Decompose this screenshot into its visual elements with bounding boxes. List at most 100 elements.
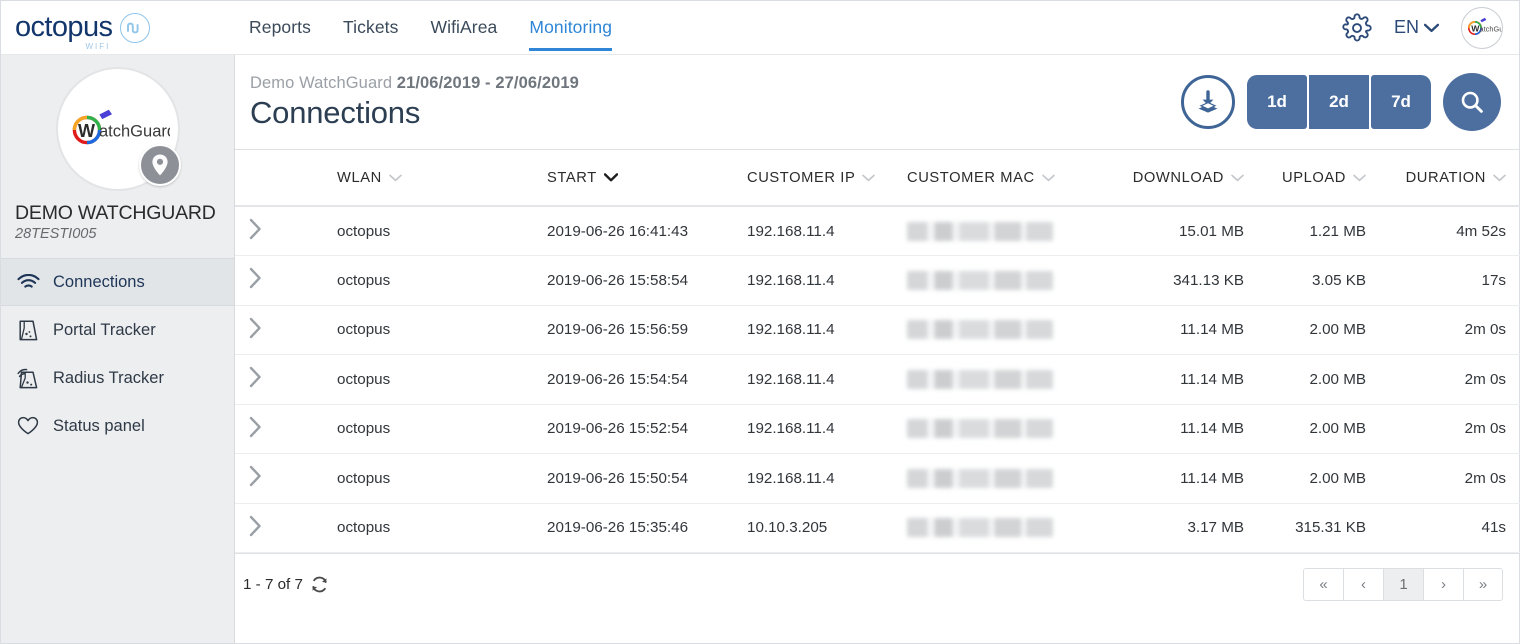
search-button[interactable] xyxy=(1443,73,1501,131)
cell-upload: 2.00 MB xyxy=(1258,454,1380,504)
masked-mac-address xyxy=(907,271,1053,290)
brand-logo[interactable]: octopus WIFI xyxy=(1,13,235,43)
cell-customer-ip: 192.168.11.4 xyxy=(733,206,893,256)
nav-item-tickets[interactable]: Tickets xyxy=(343,1,398,54)
cell-duration: 17s xyxy=(1380,256,1520,306)
sidebar: W atchGuard DEMO WATCHGUARD 28TESTI005 xyxy=(1,55,235,643)
chevron-down-icon xyxy=(389,174,402,182)
column-duration-label: DURATION xyxy=(1406,170,1486,186)
masked-mac-address xyxy=(907,222,1053,241)
page-title: Connections xyxy=(250,95,579,131)
table-row[interactable]: octopus2019-06-26 16:41:43192.168.11.415… xyxy=(235,206,1520,256)
language-selector[interactable]: EN xyxy=(1394,17,1439,38)
application-window: octopus WIFI Reports Tickets WifiArea Mo… xyxy=(0,0,1520,644)
cell-customer-mac xyxy=(893,305,1108,355)
table-header: WLAN START xyxy=(235,150,1520,206)
radius-tracker-icon xyxy=(15,367,41,390)
masked-mac-address xyxy=(907,469,1053,488)
avatar[interactable]: W atchGuard xyxy=(1461,7,1503,49)
cell-customer-mac xyxy=(893,454,1108,504)
column-customer-mac[interactable]: CUSTOMER MAC xyxy=(893,150,1108,206)
expand-row-button[interactable] xyxy=(235,256,323,306)
sidebar-item-label: Radius Tracker xyxy=(53,369,164,388)
range-7d-button[interactable]: 7d xyxy=(1371,75,1431,129)
column-customer-ip[interactable]: CUSTOMER IP xyxy=(733,150,893,206)
expand-row-button[interactable] xyxy=(235,355,323,405)
chevron-right-icon xyxy=(249,227,262,244)
pagination: «‹1›» xyxy=(1303,568,1503,601)
next-page-button[interactable]: › xyxy=(1423,568,1463,601)
expand-row-button[interactable] xyxy=(235,454,323,504)
download-icon xyxy=(1194,88,1222,116)
masked-mac-address xyxy=(907,320,1053,339)
cell-customer-ip: 192.168.11.4 xyxy=(733,305,893,355)
sidebar-item-radius-tracker[interactable]: Radius Tracker xyxy=(1,354,234,402)
cell-upload: 315.31 KB xyxy=(1258,503,1380,553)
cell-customer-ip: 192.168.11.4 xyxy=(733,404,893,454)
main-nav: Reports Tickets WifiArea Monitoring xyxy=(249,1,612,54)
expand-row-button[interactable] xyxy=(235,404,323,454)
portal-tracker-icon xyxy=(15,319,41,342)
nav-item-monitoring[interactable]: Monitoring xyxy=(529,1,612,54)
cell-wlan: octopus xyxy=(323,404,533,454)
gear-icon[interactable] xyxy=(1342,13,1372,43)
table-row[interactable]: octopus2019-06-26 15:58:54192.168.11.434… xyxy=(235,256,1520,306)
table-body: octopus2019-06-26 16:41:43192.168.11.415… xyxy=(235,206,1520,553)
cell-duration: 4m 52s xyxy=(1380,206,1520,256)
time-range-group: 1d 2d 7d xyxy=(1247,75,1431,129)
refresh-icon[interactable] xyxy=(310,575,329,594)
nav-item-wifiarea[interactable]: WifiArea xyxy=(430,1,497,54)
column-upload[interactable]: UPLOAD xyxy=(1258,150,1380,206)
search-icon xyxy=(1458,88,1486,116)
wave-icon xyxy=(120,13,150,43)
cell-customer-mac xyxy=(893,206,1108,256)
chevron-right-icon xyxy=(249,474,262,491)
language-label: EN xyxy=(1394,17,1419,38)
main-content: Demo WatchGuard 21/06/2019 - 27/06/2019 … xyxy=(235,55,1519,643)
column-wlan[interactable]: WLAN xyxy=(323,150,533,206)
previous-page-button[interactable]: ‹ xyxy=(1343,568,1383,601)
download-button[interactable] xyxy=(1181,75,1235,129)
sidebar-item-portal-tracker[interactable]: Portal Tracker xyxy=(1,306,234,354)
table-row[interactable]: octopus2019-06-26 15:50:54192.168.11.411… xyxy=(235,454,1520,504)
cell-upload: 1.21 MB xyxy=(1258,206,1380,256)
cell-download: 11.14 MB xyxy=(1108,454,1258,504)
cell-download: 3.17 MB xyxy=(1108,503,1258,553)
page-body: W atchGuard DEMO WATCHGUARD 28TESTI005 xyxy=(1,55,1519,643)
expand-row-button[interactable] xyxy=(235,305,323,355)
sidebar-item-status-panel[interactable]: Status panel xyxy=(1,402,234,450)
site-name: DEMO WATCHGUARD xyxy=(13,202,222,225)
breadcrumb-date-range: 21/06/2019 - 27/06/2019 xyxy=(397,74,579,92)
table-row[interactable]: octopus2019-06-26 15:35:4610.10.3.2053.1… xyxy=(235,503,1520,553)
column-customer-ip-label: CUSTOMER IP xyxy=(747,170,855,186)
chevron-right-icon xyxy=(249,375,262,392)
page-1-button[interactable]: 1 xyxy=(1383,568,1423,601)
brand-name: octopus WIFI xyxy=(15,13,112,42)
nav-item-reports[interactable]: Reports xyxy=(249,1,311,54)
table-row[interactable]: octopus2019-06-26 15:52:54192.168.11.411… xyxy=(235,404,1520,454)
chevron-down-icon xyxy=(1042,174,1055,182)
range-2d-button[interactable]: 2d xyxy=(1309,75,1369,129)
site-id: 28TESTI005 xyxy=(13,226,222,242)
cell-customer-ip: 10.10.3.205 xyxy=(733,503,893,553)
table-row[interactable]: octopus2019-06-26 15:54:54192.168.11.411… xyxy=(235,355,1520,405)
page-header-actions: 1d 2d 7d xyxy=(1181,73,1501,131)
column-duration[interactable]: DURATION xyxy=(1380,150,1520,206)
first-page-button[interactable]: « xyxy=(1303,568,1343,601)
chevron-down-icon xyxy=(1353,174,1366,182)
last-page-button[interactable]: » xyxy=(1463,568,1503,601)
range-1d-button[interactable]: 1d xyxy=(1247,75,1307,129)
column-start[interactable]: START xyxy=(533,150,733,206)
cell-customer-mac xyxy=(893,404,1108,454)
sidebar-item-connections[interactable]: Connections xyxy=(1,258,234,306)
svg-text:atchGuard: atchGuard xyxy=(1480,24,1503,33)
expand-row-button[interactable] xyxy=(235,206,323,256)
top-navigation-bar: octopus WIFI Reports Tickets WifiArea Mo… xyxy=(1,1,1519,55)
site-logo: W atchGuard xyxy=(56,67,180,191)
sidebar-item-label: Status panel xyxy=(53,417,145,436)
table-row[interactable]: octopus2019-06-26 15:56:59192.168.11.411… xyxy=(235,305,1520,355)
column-upload-label: UPLOAD xyxy=(1282,170,1346,186)
column-download[interactable]: DOWNLOAD xyxy=(1108,150,1258,206)
expand-row-button[interactable] xyxy=(235,503,323,553)
chevron-down-icon xyxy=(1231,174,1244,182)
